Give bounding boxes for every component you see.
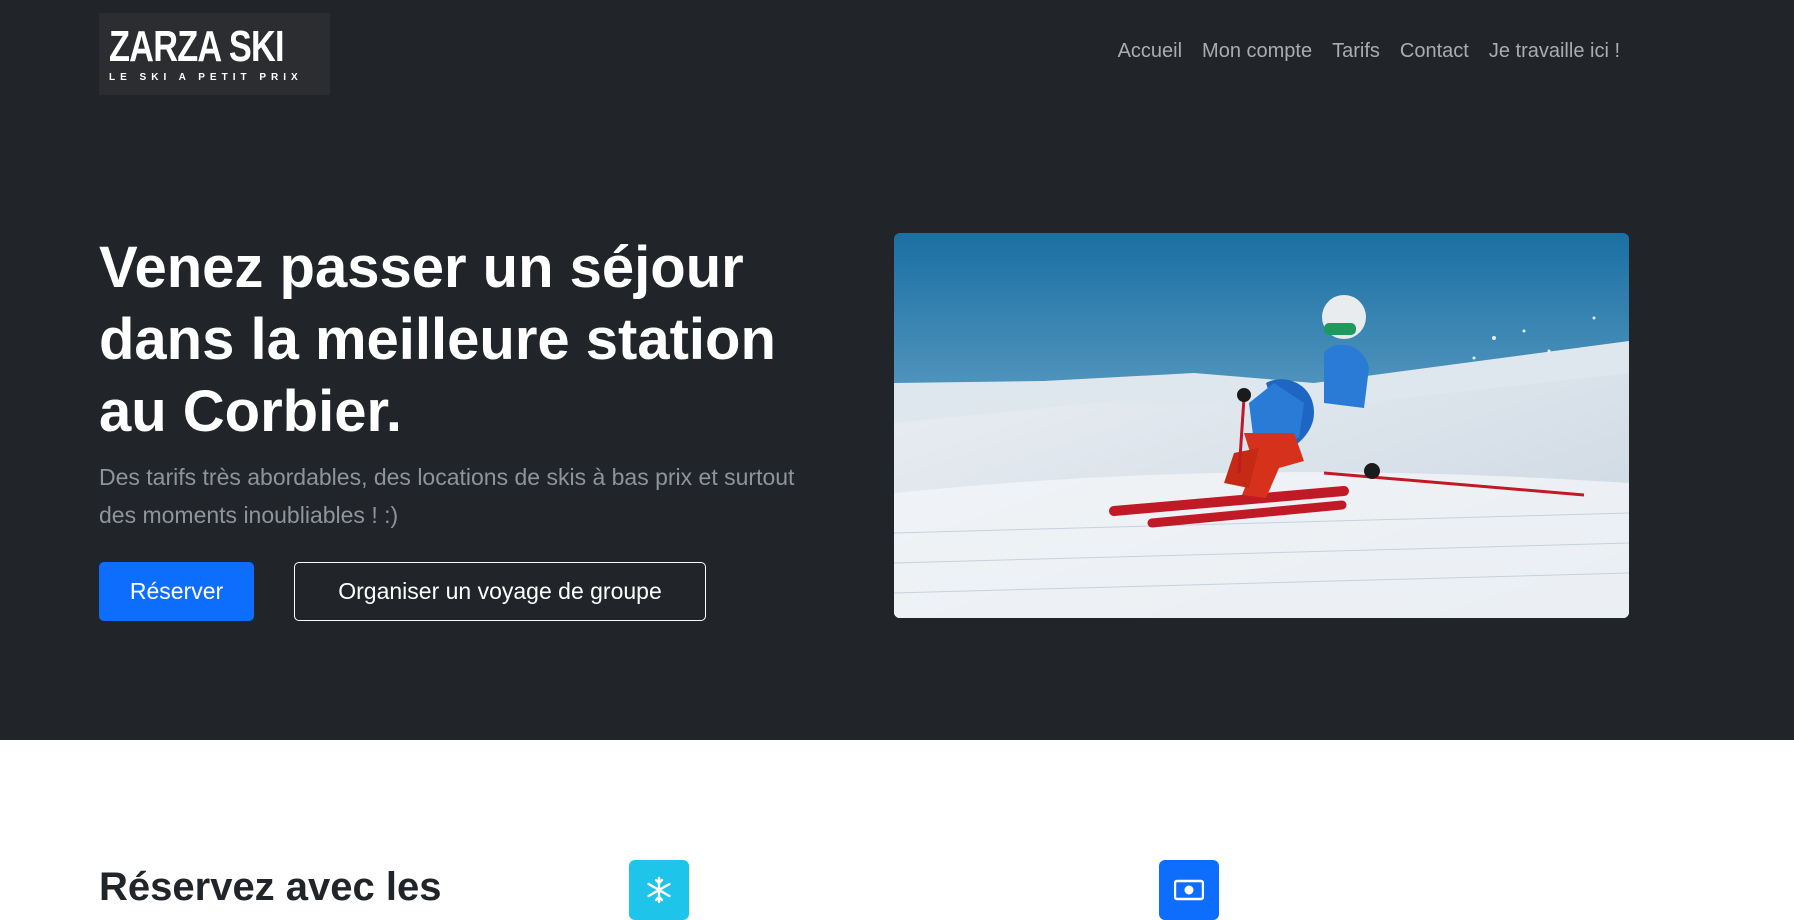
brand-tagline: LE SKI A PETIT PRIX [109, 72, 303, 83]
features-section: Réservez avec les [0, 740, 1794, 920]
nav-link-je-travaille-ici[interactable]: Je travaille ici ! [1489, 40, 1620, 63]
features-title: Réservez avec les [99, 865, 442, 909]
reserve-button[interactable]: Réserver [99, 562, 254, 621]
nav-links: Accueil Mon compte Tarifs Contact Je tra… [1118, 40, 1620, 63]
hero-title: Venez passer un séjour dans la meilleure… [99, 235, 776, 444]
cash-icon [1174, 879, 1204, 901]
brand-name: ZARZA SKI [109, 22, 285, 71]
snowflake-icon [647, 876, 671, 904]
snowflake-feature-icon-box [629, 860, 689, 920]
cash-feature-icon-box [1159, 860, 1219, 920]
hero-image [894, 233, 1629, 618]
hero-section: ZARZA SKI LE SKI A PETIT PRIX Accueil Mo… [0, 0, 1794, 740]
nav-link-accueil[interactable]: Accueil [1118, 40, 1182, 63]
group-trip-button[interactable]: Organiser un voyage de groupe [294, 562, 706, 621]
nav-link-contact[interactable]: Contact [1400, 40, 1469, 63]
nav-link-mon-compte[interactable]: Mon compte [1202, 40, 1312, 63]
brand-logo[interactable]: ZARZA SKI LE SKI A PETIT PRIX [99, 13, 330, 95]
nav-link-tarifs[interactable]: Tarifs [1332, 40, 1380, 63]
hero-lead: Des tarifs très abordables, des location… [99, 464, 795, 528]
skier-image [894, 233, 1629, 618]
navbar: ZARZA SKI LE SKI A PETIT PRIX Accueil Mo… [0, 0, 1794, 110]
